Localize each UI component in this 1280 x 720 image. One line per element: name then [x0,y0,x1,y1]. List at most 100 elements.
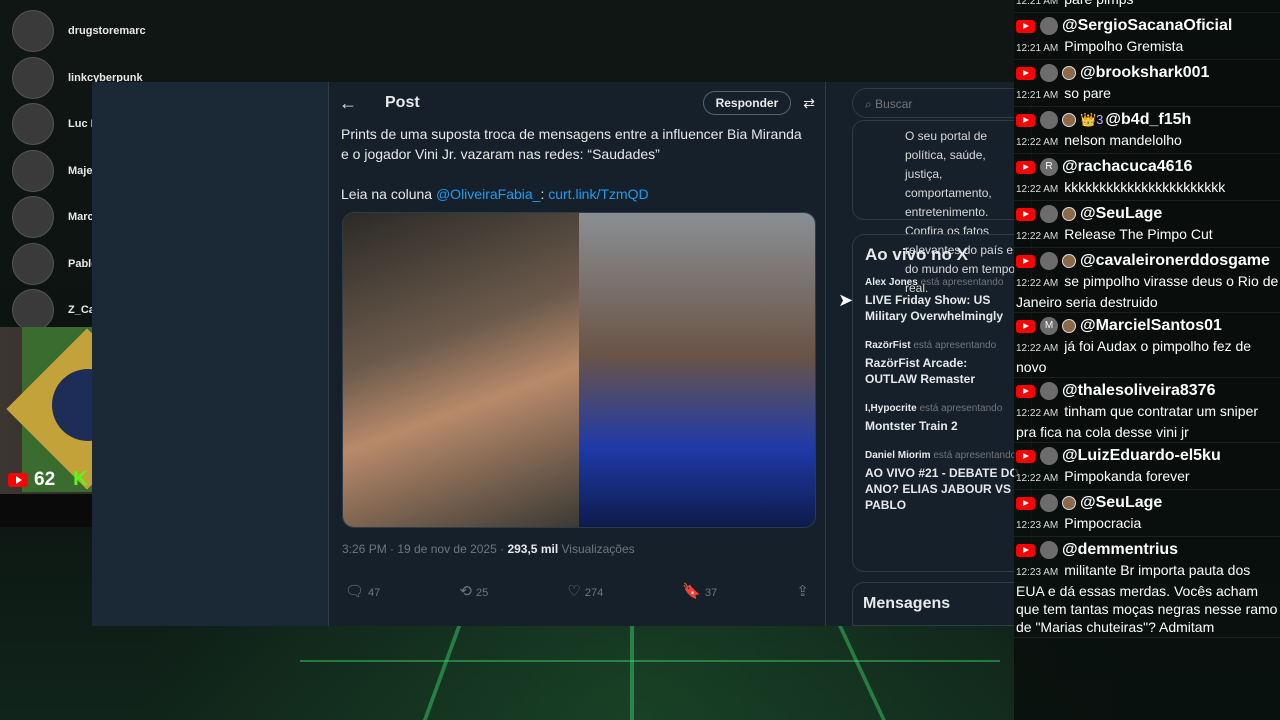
messages-drawer[interactable]: Mensagens [852,582,1032,626]
reply-action[interactable]: 🗨 47 [345,582,380,600]
back-arrow-icon[interactable]: ← [339,93,357,114]
chat-username[interactable]: @rachacuca4616 [1062,158,1192,176]
chat-username[interactable]: @b4d_f15h [1105,111,1191,129]
tune-icon[interactable]: ⇄ [803,95,815,112]
post-text-line: Leia na coluna @OliveiraFabia_: curt.lin… [341,184,813,204]
chat-text: 12:21 AM so pare [1016,84,1280,105]
member-months-badge: 👑3 [1080,112,1104,127]
chat-username[interactable]: @MarcielSantos01 [1080,317,1222,335]
heart-icon: ♡ [567,583,581,600]
mention-link[interactable]: @OliveiraFabia_ [436,186,540,202]
chat-username[interactable]: @demmentrius [1062,541,1178,559]
chat-message: @cavaleironerddosgame 12:22 AM se pimpolho… [1014,248,1280,313]
youtube-viewer-count: 62 [34,468,56,490]
live-status: está apresentando [916,403,1003,414]
live-stream-title: RazörFist Arcade: OUTLAW Remaster [865,356,976,386]
chat-username[interactable]: @LuizEduardo-el5ku [1062,447,1221,465]
chat-message: @brookshark001 12:21 AM so pare [1014,60,1280,107]
chat-timestamp: 12:23 AM [1016,520,1059,531]
post-image[interactable] [342,212,816,528]
avatar-icon [12,149,54,192]
post-meta: 3:26 PM · 19 de nov de 2025 · 293,5 mil … [342,542,635,556]
chat-text: 12:23 AM militante Br importa pauta dos E… [1016,561,1280,636]
chat-avatar [1040,494,1058,512]
live-stream-title: AO VIVO #21 - DEBATE DO ANO? ELIAS JABOU… [865,466,1019,512]
chat-message: @SeuLage 12:22 AM Release The Pimpo Cut [1014,201,1280,248]
messages-title: Mensagens [863,595,951,612]
post-time: 3:26 PM · 19 de nov de 2025 · [342,542,508,556]
share-action[interactable]: ⇪ [796,582,813,600]
bookmark-count: 37 [705,587,718,599]
x-right-sidebar: ⌕ Buscar O seu portal de política, saúde… [826,82,1032,626]
member-badge-icon [1062,207,1076,221]
chat-username[interactable]: @SeuLage [1080,494,1162,512]
chat-timestamp: 12:22 AM [1016,278,1059,289]
chat-timestamp: 12:22 AM [1016,408,1059,419]
avatar-icon [12,289,54,332]
post-column: ← Post Responder ⇄ Prints de uma suposta… [328,82,826,626]
chat-message-text: Pimpokanda forever [1064,468,1190,484]
bookmark-action[interactable]: 🔖 37 [682,582,717,600]
search-input[interactable]: ⌕ Buscar [852,88,1032,118]
member-badge-icon [1062,66,1076,80]
url-link[interactable]: curt.link/TzmQD [548,186,648,202]
avatar-icon [12,56,54,99]
post-views-label: Visualizações [558,542,635,556]
reply-button[interactable]: Responder [702,91,792,115]
live-host-name: RazörFist [865,340,911,351]
youtube-icon [1016,113,1035,127]
post-actions: 🗨 47 ⟲ 25 ♡ 274 🔖 37 ⇪ [345,582,813,600]
chat-text: 12:22 AM nelson mandelolho [1016,131,1280,152]
chat-message-text: pare pimps [1064,0,1133,7]
chat-username[interactable]: @cavaleironerddosgame [1080,252,1270,270]
live-item[interactable]: I,Hypocrite está apresentando Montster Tr… [865,403,1019,434]
chat-timestamp: 12:22 AM [1016,137,1059,148]
chat-message: R @rachacuca4616 12:22 AM kkkkkkkkkkkkkkkkk… [1014,154,1280,201]
repost-action[interactable]: ⟲ 25 [459,582,488,600]
grid-line [630,626,634,720]
chat-avatar [1040,64,1058,82]
post-title: Post [385,94,420,111]
chat-username[interactable]: @SeuLage [1080,205,1162,223]
live-item[interactable]: Daniel Miorim está apresentando AO VIVO #… [865,450,1019,513]
promo-card[interactable]: O seu portal de política, saúde, justiça… [852,120,1032,295]
avatar-icon [12,103,54,146]
chat-timestamp: 12:23 AM [1016,567,1059,578]
live-status: está apresentando [930,450,1017,461]
friend-item[interactable]: drugstoremarc [12,8,302,55]
chat-timestamp: 12:22 AM [1016,343,1059,354]
chat-avatar [1040,111,1058,129]
chat-username[interactable]: @brookshark001 [1080,64,1209,82]
chat-message: @demmentrius 12:23 AM militante Br importa… [1014,537,1280,638]
youtube-icon [1016,19,1035,33]
live-item[interactable]: Alex Jones está apresentando LIVE Friday … [865,277,1019,324]
search-icon: ⌕ [865,97,876,111]
chat-text: 12:22 AM kkkkkkkkkkkkkkkkkkkkkkk [1016,178,1280,199]
post-header: ← Post Responder ⇄ [329,82,825,124]
chat-text: 12:22 AM já foi Audax o pimpolho fez de n… [1016,337,1280,376]
like-action[interactable]: ♡ 274 [567,582,603,600]
chat-username[interactable]: @thalesoliveira8376 [1062,382,1215,400]
search-placeholder: Buscar [875,97,913,111]
post-text-line: Prints de uma suposta troca de mensagens… [341,126,802,162]
reply-count: 47 [368,587,381,599]
youtube-icon [1016,543,1035,557]
bookmark-icon: 🔖 [682,583,701,600]
live-status: está apresentando [917,277,1004,288]
youtube-icon [1016,160,1035,174]
repost-count: 25 [476,587,489,599]
youtube-icon [8,472,28,487]
chat-avatar [1040,17,1058,35]
chat-message-text: Pimpolho Gremista [1064,38,1184,54]
live-item[interactable]: RazörFist está apresentando RazörFist Arc… [865,340,1019,387]
live-host-name: Alex Jones [865,277,918,288]
chat-timestamp: 12:21 AM [1016,0,1059,7]
chat-message: @SergioSacanaOficial 12:21 AM Pimpolho Gre… [1014,13,1280,60]
member-badge-icon [1062,319,1076,333]
friend-name: drugstoremarc [68,25,146,38]
chat-message: M @MarcielSantos01 12:22 AM já foi Audax o … [1014,313,1280,378]
chat-timestamp: 12:22 AM [1016,231,1059,242]
avatar-icon [12,10,54,53]
chat-username[interactable]: @SergioSacanaOficial [1062,17,1232,35]
live-stream-title: LIVE Friday Show: US Military Overwhelmi… [865,293,1004,323]
